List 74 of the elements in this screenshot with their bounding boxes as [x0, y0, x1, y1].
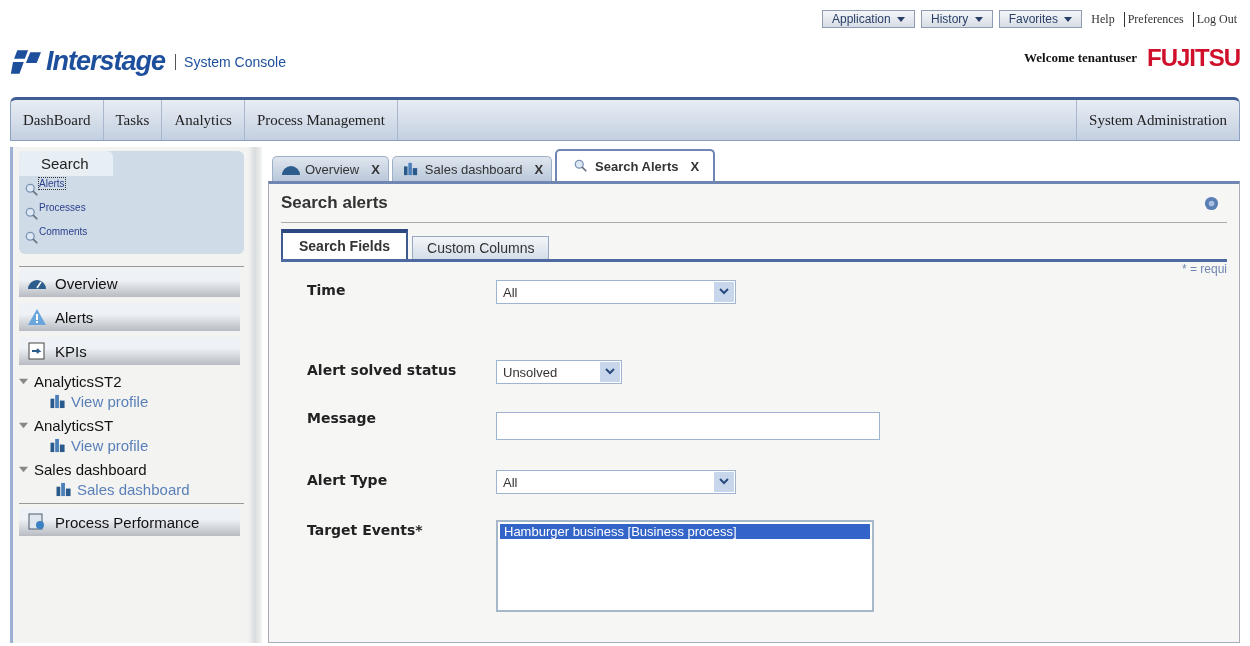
close-tab-button[interactable]: X	[371, 161, 380, 177]
search-link[interactable]: Alerts	[39, 178, 65, 189]
caret-icon	[897, 17, 905, 23]
section-label: Overview	[55, 274, 118, 292]
dropdown-field[interactable]: Unsolved	[496, 360, 622, 384]
list-option[interactable]: Hamburger business [Business process]	[500, 524, 870, 539]
field-label: Alert solved status	[307, 361, 458, 378]
section-label: Alerts	[55, 308, 94, 326]
document-tab[interactable]: Sales dashboard X	[391, 156, 553, 181]
header-link[interactable]: Preferences	[1123, 11, 1187, 27]
tree-node-label[interactable]: Sales dashboard	[34, 460, 147, 478]
panel-title: Search alerts	[281, 193, 388, 213]
bar-chart-icon	[49, 437, 67, 453]
sub-tab[interactable]: Search Fields	[281, 229, 409, 259]
sub-tab[interactable]: Custom Columns	[412, 236, 550, 259]
nav-tab[interactable]: Analytics	[162, 100, 245, 140]
header-link[interactable]: Help	[1088, 11, 1118, 27]
console-subtitle: System Console	[175, 53, 286, 70]
report-icon	[27, 513, 47, 531]
required-note: * = requi	[1181, 262, 1227, 276]
close-tab-button[interactable]: X	[690, 158, 700, 174]
message-input-field[interactable]	[496, 412, 880, 440]
document-tab[interactable]: Search Alerts X	[555, 149, 716, 181]
field-label: Message	[307, 409, 378, 426]
help-icon[interactable]	[1204, 195, 1219, 211]
nav-tab[interactable]: Tasks	[103, 100, 163, 140]
search-icon	[25, 207, 39, 221]
welcome-text: Welcome tenantuser	[1023, 50, 1137, 66]
dropdown-field[interactable]: All	[496, 470, 736, 494]
tree-child-link[interactable]: View profile	[71, 436, 149, 454]
header-link[interactable]: Log Out	[1192, 11, 1240, 27]
warning-icon	[27, 308, 47, 326]
sidebar-section-bar[interactable]: Alerts	[19, 303, 240, 331]
section-label: KPIs	[55, 342, 87, 360]
expand-triangle-icon[interactable]	[19, 376, 28, 386]
nav-tab[interactable]: System Administration	[1076, 100, 1239, 140]
nav-tab[interactable]: DashBoard	[11, 100, 104, 140]
sidebar-section-bar[interactable]: Process Performance	[19, 508, 240, 536]
expand-triangle-icon[interactable]	[19, 464, 28, 474]
header-menu-button[interactable]: Favorites	[998, 10, 1083, 28]
search-icon	[25, 231, 39, 245]
caret-icon	[974, 17, 983, 23]
close-tab-button[interactable]: X	[534, 161, 544, 177]
tree-child-link[interactable]: View profile	[71, 392, 149, 410]
expand-triangle-icon[interactable]	[19, 420, 28, 430]
bar-chart-icon	[55, 481, 73, 497]
document-tab[interactable]: Overview X	[272, 156, 389, 181]
tree-child-link[interactable]: Sales dashboard	[77, 480, 190, 498]
search-tab[interactable]: Search	[19, 151, 113, 176]
nav-tab[interactable]: Process Management	[244, 100, 398, 140]
tree-node-label[interactable]: AnalyticsST2	[34, 372, 122, 390]
tree-node-label[interactable]: AnalyticsST	[34, 416, 114, 434]
tab-label: Overview	[305, 161, 360, 177]
field-label: Time	[307, 281, 347, 298]
tab-label: Search Alerts	[595, 158, 679, 174]
logo-text: Interstage	[46, 46, 166, 77]
header-menu-button[interactable]: Application	[821, 10, 915, 28]
caret-icon	[1064, 17, 1073, 23]
tab-label: Sales dashboard	[424, 161, 523, 177]
search-icon	[25, 183, 39, 197]
header-menu-button[interactable]: History	[921, 10, 993, 28]
logo-icon	[10, 47, 44, 76]
sidebar-section-bar[interactable]: KPIs	[19, 337, 240, 365]
sidebar-section-bar[interactable]: Overview	[19, 269, 240, 297]
search-link[interactable]: Processes	[39, 202, 86, 213]
dropdown-field[interactable]: All	[496, 280, 736, 304]
splitter-handle[interactable]	[248, 147, 262, 643]
section-label: Process Performance	[55, 513, 200, 531]
bar-chart-icon	[49, 393, 67, 409]
field-label: Target Events*	[307, 521, 424, 538]
field-label: Alert Type	[307, 471, 389, 488]
search-link[interactable]: Comments	[39, 226, 88, 237]
document-icon	[27, 342, 47, 360]
brand-logo: FUJITSU	[1147, 44, 1240, 72]
